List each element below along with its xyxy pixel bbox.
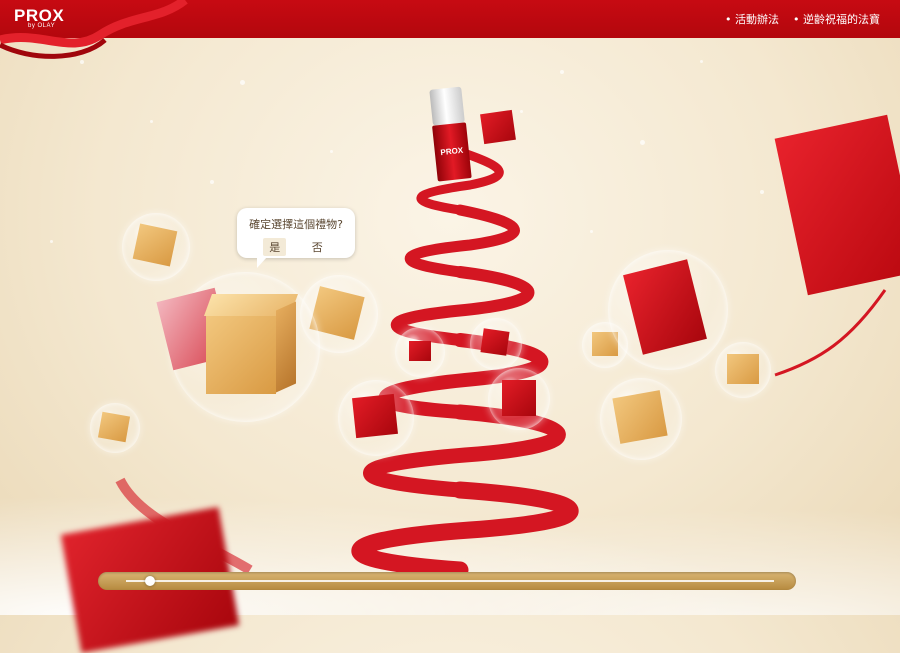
scroll-slider[interactable]: [98, 572, 796, 590]
gift-bubble-7[interactable]: [488, 368, 550, 430]
confirm-question: 確定選擇這個禮物?: [249, 218, 343, 231]
gift-box-red[interactable]: [480, 109, 516, 145]
gift-bubble-12[interactable]: [715, 342, 771, 398]
gift-box-gold-side: [276, 301, 296, 393]
confirm-yes-button[interactable]: 是: [263, 238, 287, 256]
gift-bubble-selected[interactable]: [156, 272, 320, 422]
gift-bubble-11[interactable]: [600, 378, 682, 460]
gift-box-gold: [727, 354, 759, 384]
confirm-options: 是 否: [237, 238, 355, 256]
bottle-label: PROX: [432, 122, 472, 182]
gift-box-gold-large: [206, 316, 276, 394]
gift-box-red: [352, 393, 398, 439]
gift-box-gold: [132, 223, 178, 267]
gift-confirm-dialog: 確定選擇這個禮物? 是 否: [237, 208, 355, 268]
gift-bubble-10[interactable]: [608, 250, 728, 370]
slider-handle[interactable]: [145, 576, 155, 586]
gift-bubble-4[interactable]: [90, 403, 140, 453]
confirm-no-button[interactable]: 否: [306, 238, 329, 256]
brand-logo[interactable]: PROX by OLAY: [14, 6, 64, 29]
gift-box-red-pattern: [623, 259, 707, 355]
gift-box-red: [409, 341, 431, 361]
slider-track: [126, 580, 774, 582]
gift-box-red: [502, 380, 536, 416]
logo-sub: by OLAY: [28, 23, 56, 29]
gift-box-gold: [612, 390, 668, 444]
nav-blessing[interactable]: 逆齡祝福的法寶: [793, 11, 880, 27]
bottle-cap: [429, 86, 465, 126]
top-nav: 活動辦法 逆齡祝福的法寶: [725, 11, 880, 27]
nav-rules[interactable]: 活動辦法: [725, 11, 779, 27]
gift-box-gold: [97, 411, 131, 443]
gift-bubble-8[interactable]: [338, 380, 414, 456]
gift-bubble-5[interactable]: [395, 327, 445, 377]
gift-bubble-6[interactable]: [470, 318, 522, 370]
gift-box-red: [480, 328, 510, 356]
gift-bubble-1[interactable]: [122, 213, 190, 281]
